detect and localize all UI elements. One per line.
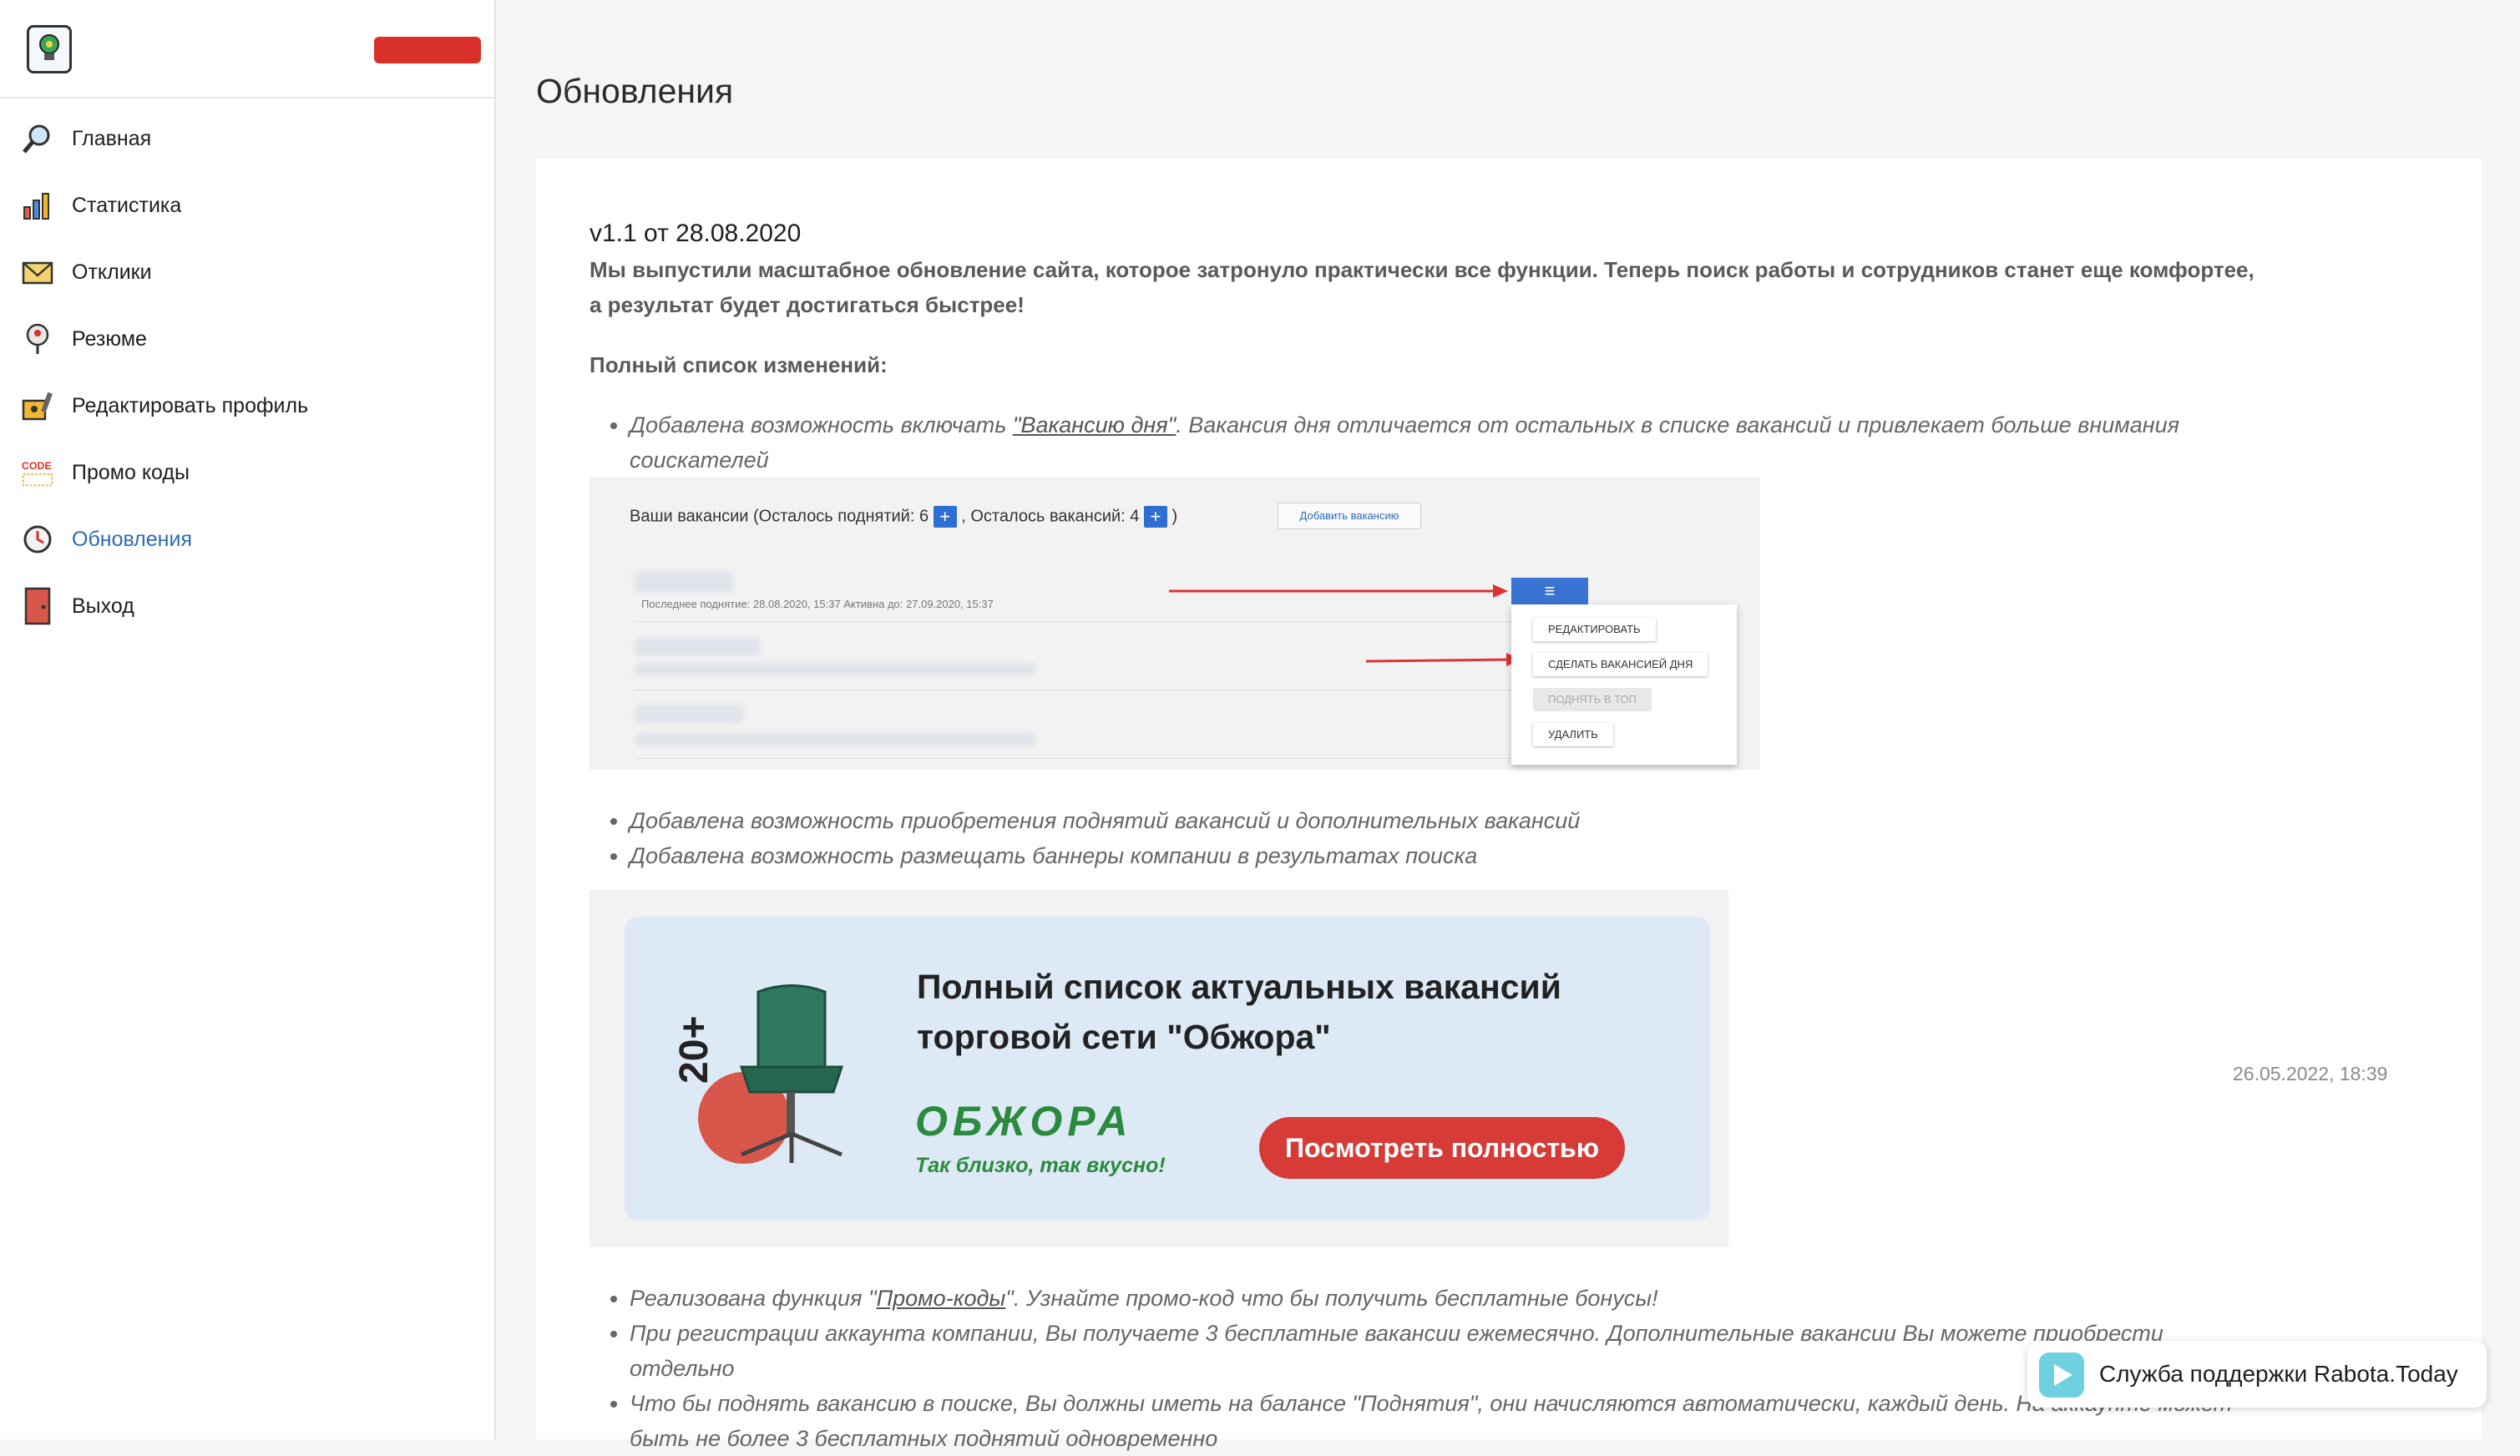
sidebar-item-label: Редактировать профиль bbox=[72, 393, 309, 417]
sidebar: Главная Статистика Отклики Резюме Редакт… bbox=[0, 0, 496, 1439]
sidebar-item-label: Резюме bbox=[72, 326, 147, 351]
chat-icon bbox=[2039, 1352, 2084, 1398]
sidebar-item-home[interactable]: Главная bbox=[0, 105, 494, 172]
update-card: v1.1 от 28.08.2020 Мы выпустили масштабн… bbox=[536, 159, 2482, 1451]
page-title: Обновления bbox=[536, 72, 734, 110]
menu-icon: ≡ bbox=[1511, 578, 1588, 604]
list-item: Добавлена возможность размещать баннеры … bbox=[630, 838, 2259, 873]
sidebar-badge[interactable] bbox=[374, 37, 481, 63]
vacancies-screenshot: Ваши вакансии (Осталось поднятий: 6 + , … bbox=[590, 478, 1760, 770]
code-icon: CODE bbox=[20, 455, 55, 490]
vacancy-context-menu: РЕДАКТИРОВАТЬ СДЕЛАТЬ ВАКАНСИЕЙ ДНЯ ПОДН… bbox=[1511, 604, 1737, 765]
changes-list: Реализована функция "Промо-коды". Узнайт… bbox=[590, 1281, 2259, 1456]
vacancy-of-day-link[interactable]: "Вакансию дня" bbox=[1013, 412, 1176, 437]
list-item: При регистрации аккаунта компании, Вы по… bbox=[630, 1316, 2259, 1386]
support-widget[interactable]: Служба поддержки Rabota.Today bbox=[2027, 1341, 2487, 1408]
sidebar-item-label: Промо коды bbox=[72, 460, 190, 484]
view-full-button: Посмотреть полностью bbox=[1259, 1117, 1625, 1179]
menu-item-raise-top: ПОДНЯТЬ В ТОП bbox=[1533, 688, 1652, 711]
sidebar-item-responses[interactable]: Отклики bbox=[0, 239, 494, 306]
sidebar-item-label: Главная bbox=[72, 126, 152, 150]
sidebar-item-label: Статистика bbox=[72, 193, 182, 217]
door-icon bbox=[20, 587, 55, 625]
pointer-arrow bbox=[1365, 658, 1512, 663]
brand-logo: ОБЖОРА bbox=[915, 1098, 1133, 1145]
stats-icon bbox=[20, 188, 55, 223]
updates-icon bbox=[20, 522, 55, 557]
sidebar-item-logout[interactable]: Выход bbox=[0, 573, 494, 640]
list-item: Добавлена возможность включать "Вакансию… bbox=[630, 407, 2259, 478]
mail-icon bbox=[20, 255, 55, 290]
sidebar-item-label: Отклики bbox=[72, 260, 152, 284]
sidebar-item-label: Выход bbox=[72, 594, 134, 618]
changes-list: Добавлена возможность включать "Вакансию… bbox=[590, 407, 2259, 478]
changes-list: Добавлена возможность приобретения подня… bbox=[590, 803, 2259, 873]
office-chair-icon bbox=[739, 984, 844, 1163]
menu-item-delete: УДАЛИТЬ bbox=[1533, 723, 1613, 746]
update-lead: Мы выпустили масштабное обновление сайта… bbox=[590, 257, 2254, 317]
pointer-arrow-head bbox=[1493, 584, 1508, 598]
menu-item-make-vacancy-of-day: СДЕЛАТЬ ВАКАНСИЕЙ ДНЯ bbox=[1533, 653, 1708, 676]
list-item: Что бы поднять вакансию в поиске, Вы дол… bbox=[630, 1386, 2259, 1456]
support-label: Служба поддержки Rabota.Today bbox=[2099, 1361, 2458, 1387]
promo-codes-link[interactable]: Промо-коды bbox=[877, 1286, 1006, 1311]
update-content: v1.1 от 28.08.2020 Мы выпустили масштабн… bbox=[590, 217, 2259, 1456]
sidebar-item-promo-codes[interactable]: CODE Промо коды bbox=[0, 439, 494, 506]
sidebar-item-updates[interactable]: Обновления bbox=[0, 506, 494, 573]
sidebar-item-edit-profile[interactable]: Редактировать профиль bbox=[0, 372, 494, 439]
update-version: v1.1 от 28.08.2020 bbox=[590, 220, 802, 247]
sidebar-nav: Главная Статистика Отклики Резюме Редакт… bbox=[0, 105, 494, 640]
banner-screenshot: 20+ Полный список актуальных вакансий то… bbox=[590, 890, 1728, 1247]
brand-slogan: Так близко, так вкусно! bbox=[915, 1154, 1166, 1177]
list-item: Реализована функция "Промо-коды". Узнайт… bbox=[630, 1281, 2259, 1316]
company-banner: 20+ Полный список актуальных вакансий то… bbox=[625, 917, 1710, 1221]
sidebar-item-statistics[interactable]: Статистика bbox=[0, 172, 494, 239]
resume-icon bbox=[20, 321, 55, 356]
banner-headline: Полный список актуальных вакансий торгов… bbox=[917, 968, 1561, 1056]
update-timestamp: 26.05.2022, 18:39 bbox=[2233, 1063, 2388, 1084]
app-logo[interactable] bbox=[27, 25, 72, 73]
list-item: Добавлена возможность приобретения подня… bbox=[630, 803, 2259, 838]
sidebar-item-resume[interactable]: Резюме bbox=[0, 306, 494, 372]
changes-heading: Полный список изменений: bbox=[590, 352, 888, 377]
sidebar-header bbox=[0, 0, 494, 99]
search-icon bbox=[20, 121, 55, 156]
sidebar-item-label: Обновления bbox=[72, 527, 192, 551]
edit-profile-icon bbox=[20, 388, 55, 423]
menu-item-edit: РЕДАКТИРОВАТЬ bbox=[1533, 618, 1656, 641]
svg-text:CODE: CODE bbox=[22, 460, 52, 472]
